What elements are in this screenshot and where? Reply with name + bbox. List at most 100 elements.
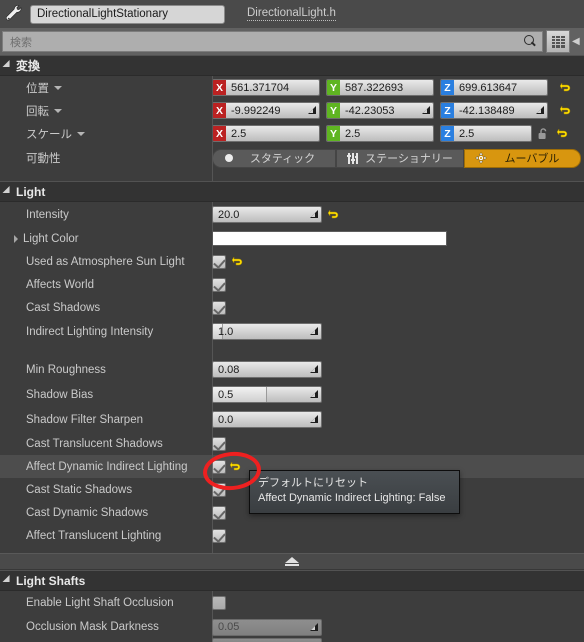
chevron-right-icon[interactable]: ◀: [572, 36, 582, 47]
property-row-shadow-filter-sharpen: Shadow Filter Sharpen 0.0: [0, 407, 584, 432]
property-label-location: 位置: [0, 80, 212, 96]
mobility-button-stationary[interactable]: ステーショナリー: [336, 148, 464, 168]
light-color-swatch[interactable]: [212, 231, 447, 246]
property-label-rotation: 回転: [0, 103, 212, 119]
occlusion-mask-darkness-input[interactable]: 0.05: [212, 618, 322, 636]
tooltip-detail: Affect Dynamic Indirect Lighting: False: [258, 492, 446, 504]
move-arrows-icon: [475, 152, 487, 164]
reset-to-default-icon[interactable]: [232, 255, 243, 268]
transform-section: 位置 X 561.371704 Y 587.322693 Z 699.61364…: [0, 76, 584, 181]
light-color-control: [212, 227, 584, 250]
mobility-control: スタティック ステーショナリー ムーバブル: [212, 145, 584, 171]
search-input[interactable]: 検索: [2, 31, 543, 52]
location-dropdown-icon[interactable]: [54, 85, 62, 90]
spinner-icon[interactable]: [309, 390, 318, 399]
checkbox-cast-dynamic-shadows[interactable]: [212, 505, 226, 520]
category-header-transform[interactable]: 変換: [0, 55, 584, 76]
property-label-mobility: 可動性: [26, 153, 61, 165]
shadow-filter-sharpen-input[interactable]: 0.0: [212, 411, 322, 428]
column-divider: [212, 171, 213, 181]
checkbox-cast-static-shadows[interactable]: [212, 482, 226, 497]
axis-tag-x: X: [213, 103, 226, 118]
category-header-light-shafts[interactable]: Light Shafts: [0, 570, 584, 591]
grid-view-button[interactable]: [546, 30, 570, 53]
actor-name-field[interactable]: DirectionalLightStationary: [30, 4, 225, 24]
property-label-enable-light-shaft-occlusion: Enable Light Shaft Occlusion: [26, 597, 174, 609]
category-title-transform: 変換: [16, 59, 41, 73]
chevron-right-icon[interactable]: [14, 234, 18, 243]
wrench-icon: [5, 5, 24, 23]
magnifier-icon[interactable]: [523, 34, 538, 49]
axis-tag-x: X: [213, 126, 226, 141]
category-header-light[interactable]: Light: [0, 181, 584, 202]
rotation-x-field[interactable]: X -9.992249: [212, 102, 320, 119]
axis-tag-z: Z: [441, 126, 454, 141]
mobility-button-movable[interactable]: ムーバブル: [464, 148, 581, 168]
property-label-intensity: Intensity: [26, 208, 69, 221]
scale-x-field[interactable]: X 2.5: [212, 125, 320, 142]
source-header-link[interactable]: DirectionalLight.h: [247, 7, 336, 21]
chevron-down-icon: [2, 59, 14, 71]
checkbox-used-as-atmosphere-sun-light[interactable]: [212, 254, 226, 269]
checkbox-affect-dynamic-indirect-lighting[interactable]: [212, 459, 226, 474]
spinner-icon[interactable]: [421, 106, 430, 115]
checkbox-cast-translucent-shadows[interactable]: [212, 436, 226, 451]
shadow-bias-input[interactable]: 0.5: [212, 386, 322, 403]
location-z-field[interactable]: Z 699.613647: [440, 79, 548, 96]
property-row-intensity: Intensity 20.0: [0, 202, 584, 227]
used-as-atmosphere-sun-light-control: [212, 250, 584, 273]
spinner-icon[interactable]: [309, 210, 318, 219]
advanced-expander-bar[interactable]: [0, 553, 584, 570]
reset-to-default-icon[interactable]: [328, 208, 339, 221]
reset-to-default-icon[interactable]: [560, 81, 571, 94]
reset-to-default-icon[interactable]: [230, 460, 241, 473]
property-label-indirect-lighting-intensity: Indirect Lighting Intensity: [26, 325, 154, 338]
axis-tag-y: Y: [327, 80, 340, 95]
property-label-affect-translucent-lighting: Affect Translucent Lighting: [26, 529, 162, 542]
location-y-field[interactable]: Y 587.322693: [326, 79, 434, 96]
shadow-bias-control: 0.5: [212, 382, 584, 407]
property-label-occlusion-mask-darkness: Occlusion Mask Darkness: [26, 621, 159, 633]
column-divider: [212, 76, 213, 99]
property-row-scale: スケール X 2.5 Y 2.5 Z 2.5: [0, 122, 584, 145]
light-shafts-section: Enable Light Shaft Occlusion Occlusion M…: [0, 591, 584, 642]
spinner-icon[interactable]: [309, 365, 318, 374]
spinner-icon[interactable]: [535, 106, 544, 115]
spinner-icon[interactable]: [307, 106, 316, 115]
reset-to-default-icon[interactable]: [560, 104, 571, 117]
rotation-z-field[interactable]: Z -42.138489: [440, 102, 548, 119]
min-roughness-input[interactable]: 0.08: [212, 361, 322, 378]
mobility-button-static[interactable]: スタティック: [212, 148, 336, 168]
checkbox-affects-world[interactable]: [212, 277, 226, 292]
property-label-used-as-atmosphere-sun-light: Used as Atmosphere Sun Light: [26, 255, 185, 268]
sliders-icon: [347, 152, 358, 164]
unlocked-padlock-icon[interactable]: [538, 127, 549, 140]
rotation-y-field[interactable]: Y -42.23053: [326, 102, 434, 119]
mobility-button-group: スタティック ステーショナリー ムーバブル: [212, 148, 581, 168]
scale-dropdown-icon[interactable]: [77, 131, 85, 136]
checkbox-affect-translucent-lighting[interactable]: [212, 528, 226, 543]
property-row-enable-light-shaft-occlusion: Enable Light Shaft Occlusion: [0, 591, 584, 615]
rotation-dropdown-icon[interactable]: [54, 108, 62, 113]
column-divider: [212, 99, 213, 122]
checkbox-cast-shadows[interactable]: [212, 300, 226, 315]
spinner-icon[interactable]: [309, 327, 318, 336]
property-label-cast-shadows: Cast Shadows: [26, 301, 101, 314]
indirect-lighting-intensity-input[interactable]: 1.0: [212, 323, 322, 340]
chevron-down-icon: [2, 185, 14, 197]
details-panel: DirectionalLightStationary DirectionalLi…: [0, 0, 584, 642]
property-row-mobility: 可動性 スタティック ステーショナリー ムーバブル: [0, 145, 584, 171]
intensity-input[interactable]: 20.0: [212, 206, 322, 223]
property-label-cast-static-shadows: Cast Static Shadows: [26, 483, 133, 496]
spinner-icon[interactable]: [309, 415, 318, 424]
scale-z-field[interactable]: Z 2.5: [440, 125, 532, 142]
location-x-field[interactable]: X 561.371704: [212, 79, 320, 96]
cast-shadows-control: [212, 296, 584, 319]
partial-input[interactable]: [212, 638, 322, 642]
reset-to-default-icon[interactable]: [557, 127, 568, 140]
checkbox-enable-light-shaft-occlusion[interactable]: [212, 596, 226, 610]
property-row-light-color: Light Color: [0, 227, 584, 250]
min-roughness-control: 0.08: [212, 357, 584, 382]
property-label-light-color: Light Color: [0, 233, 212, 245]
scale-y-field[interactable]: Y 2.5: [326, 125, 434, 142]
